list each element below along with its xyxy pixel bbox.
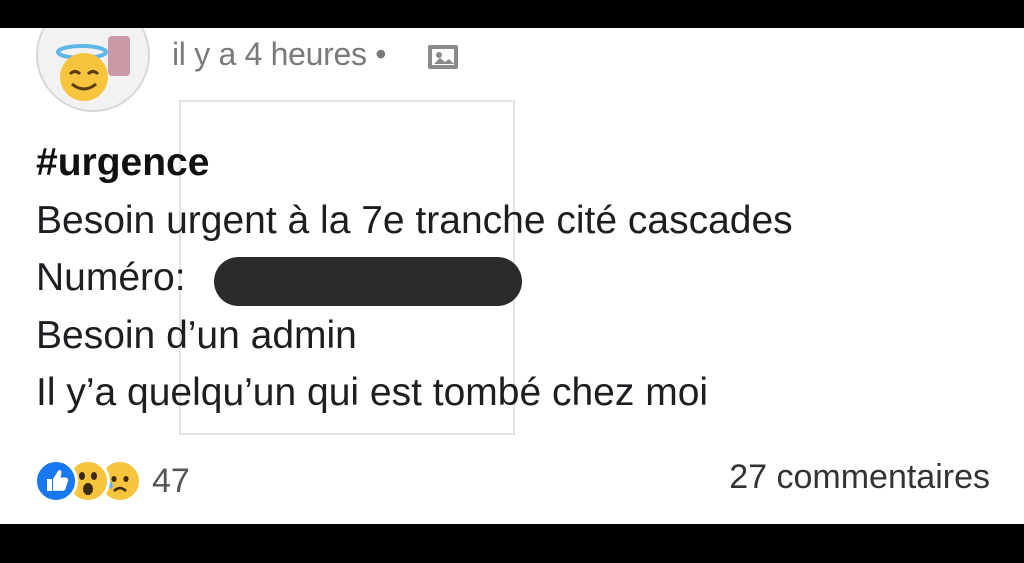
post-line: Il y’a quelqu’un qui est tombé chez moi bbox=[36, 371, 709, 414]
photo-album-icon[interactable] bbox=[426, 42, 460, 72]
like-icon bbox=[34, 459, 78, 503]
redaction-bar bbox=[214, 257, 522, 306]
comments-count-link[interactable]: 27 commentaires bbox=[729, 458, 990, 497]
post-timestamp[interactable]: il y a 4 heures • bbox=[172, 36, 387, 73]
screenshot-frame: il y a 4 heures • #urgence Besoin urgent… bbox=[0, 0, 1024, 563]
reaction-count[interactable]: 47 bbox=[152, 462, 190, 501]
post-text: #urgence Besoin urgent à la 7e tranche c… bbox=[36, 134, 996, 422]
post-line: Besoin d’un admin bbox=[36, 313, 357, 357]
smiling-face-with-halo-icon bbox=[56, 44, 108, 101]
hashtag-link[interactable]: #urgence bbox=[36, 134, 996, 192]
number-label: Numéro: bbox=[36, 256, 186, 299]
reactions-summary[interactable]: 47 bbox=[34, 458, 190, 504]
post-line: Besoin urgent à la 7e tranche cité casca… bbox=[36, 198, 793, 242]
post-card: il y a 4 heures • #urgence Besoin urgent… bbox=[0, 28, 1024, 524]
post-line-number: Numéro: bbox=[36, 249, 996, 307]
